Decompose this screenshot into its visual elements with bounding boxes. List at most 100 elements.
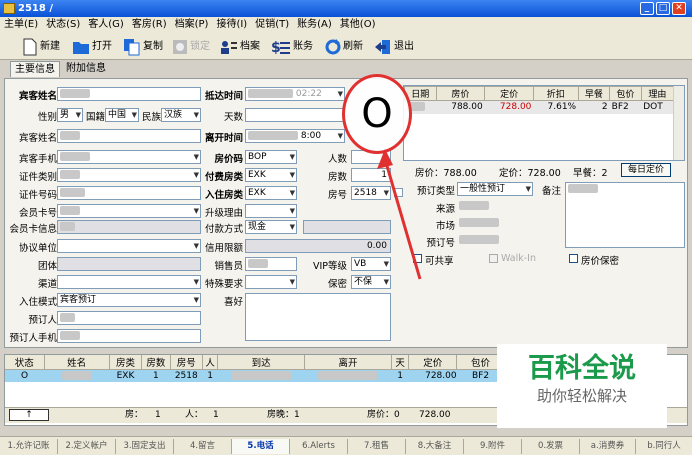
profile-button[interactable]: 档案 [220, 36, 260, 57]
menu-other[interactable]: 其他(O) [336, 17, 380, 33]
fkey-message[interactable]: 4.留言 [174, 439, 232, 454]
refresh-button[interactable]: 刷新 [325, 36, 363, 57]
room-type-select[interactable]: EXK [245, 168, 297, 182]
guest-col-arrive[interactable]: 到达 [217, 355, 306, 370]
label-rate-code: 房价码 [214, 154, 243, 165]
gender-select[interactable]: 男 [57, 108, 83, 122]
member-info-field [57, 220, 201, 234]
label-guest-name: 宾客姓名 [18, 91, 57, 102]
tab-main-info[interactable]: 主要信息 [10, 61, 60, 77]
arrival-field[interactable]: 02:22 [245, 87, 345, 101]
special-select[interactable] [245, 275, 297, 289]
id-no-field[interactable] [57, 186, 201, 200]
fkey-allow-charge[interactable]: 1.允许记账 [0, 439, 58, 454]
label-preference: 喜好 [223, 297, 243, 308]
callout-arrow [377, 149, 422, 280]
label-company: 协议单位 [18, 243, 57, 254]
daily-rate-button[interactable]: 每日定价 [621, 163, 671, 177]
rate-col-reason[interactable]: 理由 [640, 86, 675, 101]
rate-table-scrollbar[interactable] [673, 86, 684, 160]
menu-main[interactable]: 主单(E) [0, 17, 42, 33]
company-select[interactable] [57, 239, 201, 253]
watermark-title: 百科全说 [528, 353, 636, 384]
fkey-rental[interactable]: 7.租售 [348, 439, 406, 454]
label-vip: VIP等级 [312, 261, 347, 272]
preference-field[interactable] [245, 293, 391, 341]
booking-type-select[interactable]: 一般性预订 [457, 182, 533, 196]
booker-phone-field[interactable] [57, 329, 201, 343]
guest-col-roomno[interactable]: 房号 [170, 355, 204, 370]
maximize-button[interactable]: □ [656, 2, 670, 15]
menu-room[interactable]: 客房(R) [128, 17, 171, 33]
lock-button[interactable]: 锁定 [172, 36, 210, 57]
guest-col-rooms[interactable]: 房数 [141, 355, 171, 370]
note-field[interactable] [565, 182, 685, 248]
checkin-mode-select[interactable]: 宾客预订 [57, 293, 201, 307]
rate-code-select[interactable]: BOP [245, 150, 297, 164]
guest-col-days[interactable]: 天 [391, 355, 410, 370]
menu-reception[interactable]: 接待(I) [212, 17, 251, 33]
menu-guest[interactable]: 客人(G) [84, 17, 128, 33]
nationality-select[interactable]: 中国 [105, 108, 139, 122]
market-value [457, 217, 533, 231]
fkey-invoice[interactable]: 0.发票 [522, 439, 580, 454]
fkey-voucher[interactable]: a.消费券 [580, 439, 636, 454]
account-button[interactable]: $ 账务 [271, 36, 313, 57]
fkey-companion[interactable]: b.同行人 [636, 439, 692, 454]
guest-name-field[interactable] [57, 87, 201, 101]
phone-field[interactable] [57, 150, 201, 164]
guest-row[interactable]: O EXK 1 2518 1 1 728.00 BF2 [5, 369, 505, 382]
departure-field[interactable]: 8:00 [245, 129, 345, 143]
rate-secret-checkbox[interactable] [569, 254, 578, 263]
minimize-button[interactable]: _ [640, 2, 654, 15]
guest-col-name[interactable]: 姓名 [44, 355, 110, 370]
scroll-up-button[interactable]: ↑ [9, 409, 49, 421]
fkey-big-note[interactable]: 8.大备注 [406, 439, 464, 454]
guest-col-persons[interactable]: 人 [202, 355, 219, 370]
days-field[interactable] [245, 108, 345, 122]
label-nationality: 国籍 [85, 112, 105, 123]
exit-button[interactable]: 退出 [374, 36, 414, 57]
label-group: 团体 [37, 261, 57, 272]
seller-field[interactable] [245, 257, 297, 271]
payment-select[interactable]: 现金 [245, 220, 297, 234]
menu-status[interactable]: 状态(S) [42, 17, 84, 33]
channel-select[interactable] [57, 275, 201, 289]
rate-col-price[interactable]: 房价 [435, 86, 486, 101]
guest-col-type[interactable]: 房类 [109, 355, 143, 370]
new-button[interactable]: 新建 [22, 36, 60, 57]
copy-button[interactable]: 复制 [123, 36, 163, 57]
checkin-room-type-select[interactable]: EXK [245, 186, 297, 200]
fkey-attachment[interactable]: 9.附件 [464, 439, 522, 454]
rate-col-discount[interactable]: 折扣 [532, 86, 579, 101]
fkey-fixed-expense[interactable]: 3.固定支出 [116, 439, 174, 454]
menu-profile[interactable]: 档案(P) [171, 17, 213, 33]
close-button[interactable]: ✕ [672, 2, 686, 15]
fkey-alerts[interactable]: 6.Alerts [290, 439, 348, 454]
fkey-phone[interactable]: 5.电话 [232, 439, 290, 454]
walkin-checkbox[interactable] [489, 254, 498, 263]
rate-row[interactable]: 788.00 728.00 7.61% 2 BF2 DOT [404, 100, 674, 114]
menu-promotion[interactable]: 促销(T) [251, 17, 293, 33]
fkey-define-account[interactable]: 2.定义帐户 [58, 439, 116, 454]
footer-nights: 房晚：1 [267, 410, 300, 420]
tab-strip: 主要信息 附加信息 [0, 60, 692, 78]
booker-field[interactable] [57, 311, 201, 325]
guest-col-fixed[interactable]: 定价 [408, 355, 458, 370]
rate-col-fixed[interactable]: 定价 [484, 86, 534, 101]
open-button[interactable]: 打开 [72, 36, 112, 57]
watermark-subtitle: 助你轻松解决 [536, 387, 627, 405]
tab-extra-info[interactable]: 附加信息 [62, 61, 110, 77]
footer-rooms-label: 房： [125, 410, 144, 420]
guest-col-depart[interactable]: 离开 [304, 355, 392, 370]
member-card-field[interactable] [57, 204, 201, 218]
id-type-select[interactable] [57, 168, 201, 182]
upgrade-select[interactable] [245, 204, 297, 218]
rate-col-breakfast[interactable]: 早餐 [577, 86, 611, 101]
guest-name-2-field[interactable] [57, 129, 201, 143]
ethnic-select[interactable]: 汉族 [161, 108, 201, 122]
menu-account[interactable]: 账务(A) [293, 17, 336, 33]
guest-col-status[interactable]: 状态 [5, 355, 45, 370]
label-ethnic: 民族 [141, 112, 161, 123]
rate-col-package[interactable]: 包价 [609, 86, 642, 101]
